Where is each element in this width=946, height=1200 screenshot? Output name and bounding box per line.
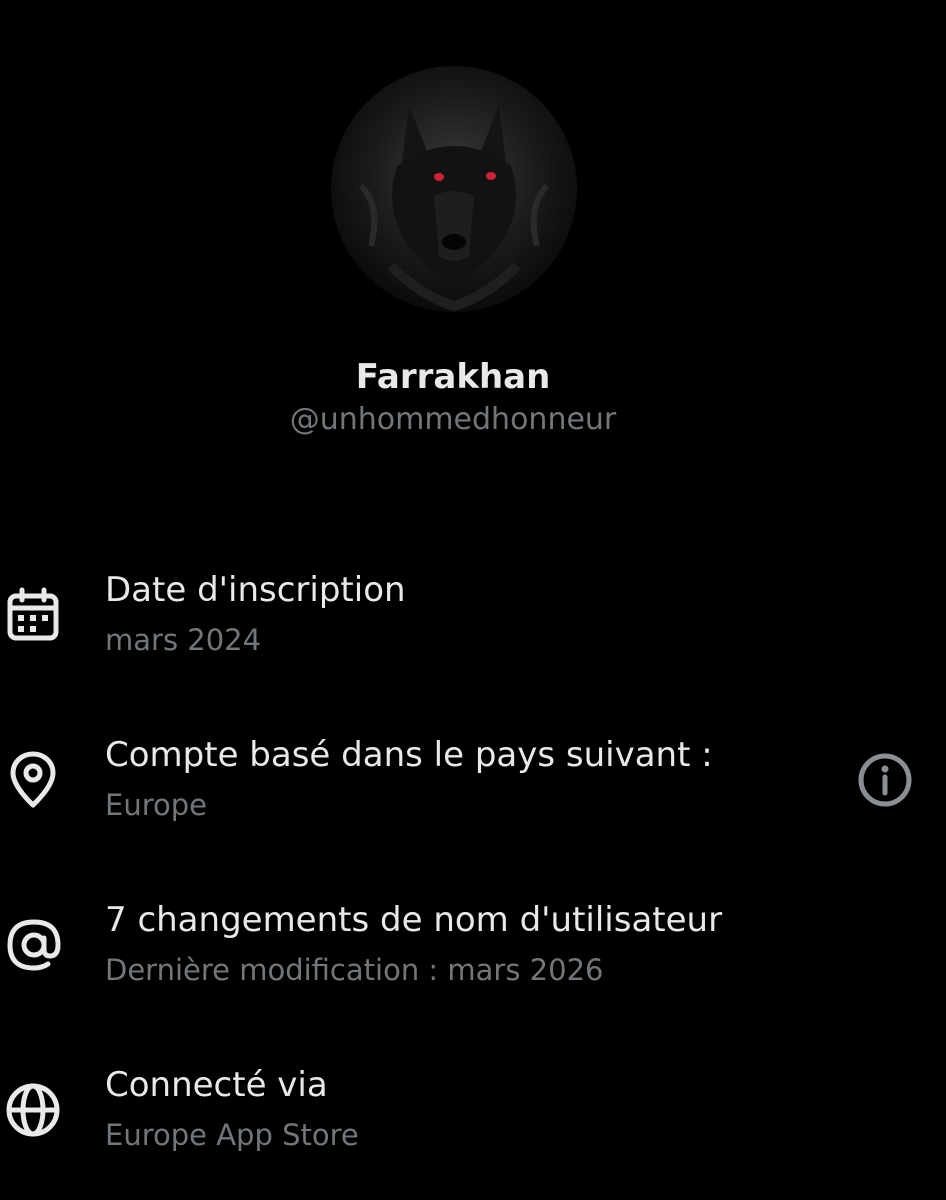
at-sign-icon: [4, 916, 62, 974]
calendar-icon: [4, 586, 62, 644]
connected-via-value: Europe App Store: [105, 1118, 359, 1152]
globe-icon: [4, 1081, 62, 1139]
country-row: Compte basé dans le pays suivant : Europ…: [0, 733, 946, 853]
avatar[interactable]: [331, 66, 577, 312]
joined-row: Date d'inscription mars 2024: [0, 568, 946, 688]
country-value: Europe: [105, 788, 207, 822]
joined-value: mars 2024: [105, 623, 262, 657]
info-icon[interactable]: [856, 751, 914, 809]
connected-via-label: Connecté via: [105, 1065, 328, 1105]
profile-handle: @unhommedhonneur: [289, 402, 617, 437]
username-changes-row: 7 changements de nom d'utilisateur Derni…: [0, 898, 946, 1018]
username-changes-label: 7 changements de nom d'utilisateur: [105, 900, 723, 940]
profile-display-name: Farrakhan: [355, 357, 551, 397]
connected-via-row: Connecté via Europe App Store: [0, 1063, 946, 1183]
username-changes-value: Dernière modification : mars 2026: [105, 953, 604, 987]
joined-label: Date d'inscription: [105, 570, 406, 610]
wolf-avatar: [358, 106, 550, 312]
location-pin-icon: [4, 751, 62, 809]
country-label: Compte basé dans le pays suivant :: [105, 735, 713, 775]
